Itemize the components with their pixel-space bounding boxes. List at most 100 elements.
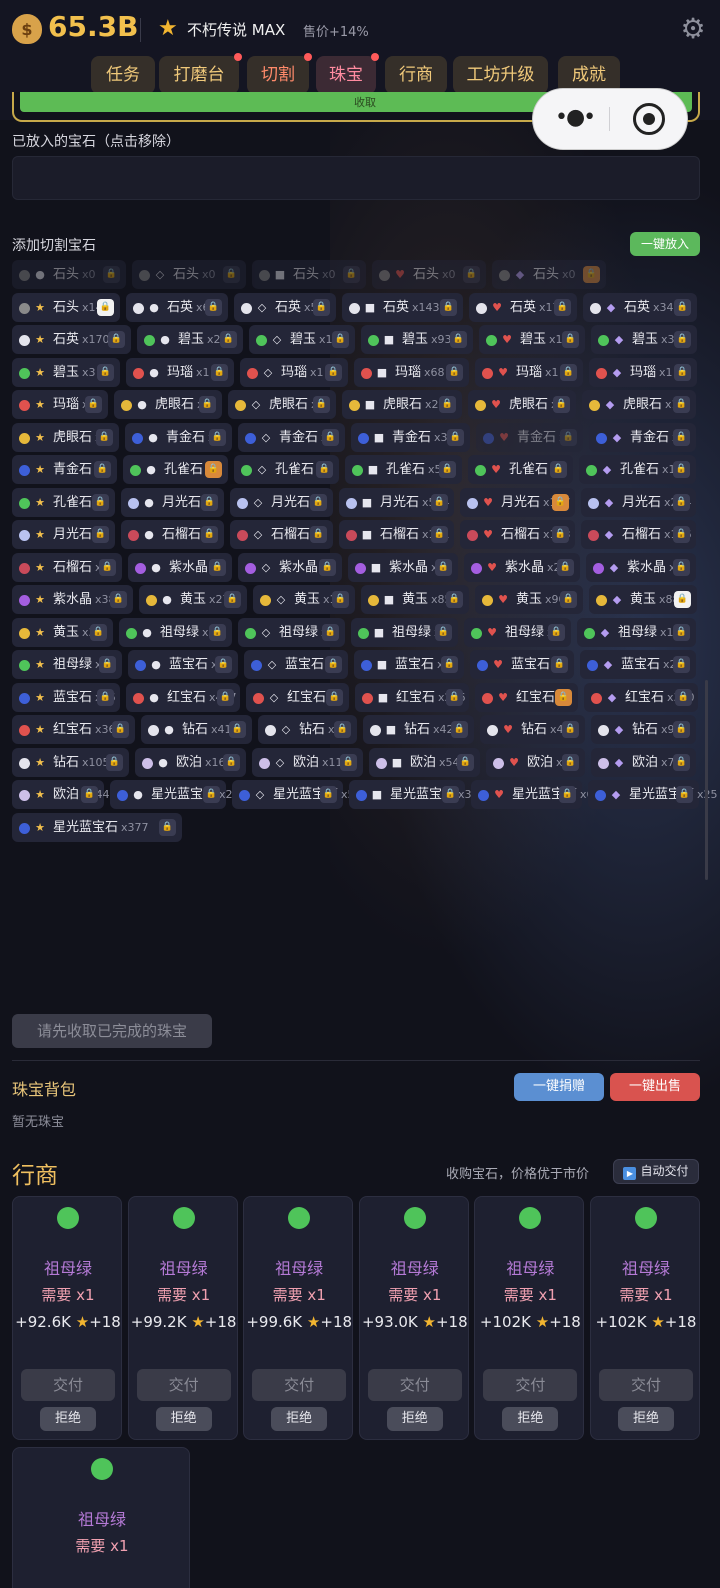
lock-icon[interactable]: 🔒: [557, 558, 574, 576]
lock-icon[interactable]: 🔒: [673, 753, 690, 771]
gem-chip[interactable]: ◇青金石x1🔒: [238, 422, 345, 452]
lock-icon[interactable]: 🔒: [673, 526, 690, 543]
gem-chip[interactable]: ●紫水晶x1🔒: [128, 552, 232, 582]
gem-chip[interactable]: ● 黄玉 x27 🔒: [139, 585, 247, 614]
gem-chip[interactable]: ■孔雀石x594🔒: [345, 455, 462, 484]
gem-chip[interactable]: ♥ 石头 x0 🔒: [372, 260, 486, 289]
gem-chip[interactable]: ■ 黄玉 x85 🔒: [361, 585, 469, 614]
lock-icon[interactable]: 🔒: [548, 623, 565, 641]
gem-chip[interactable]: ♥ 碧玉 x1 🔒: [479, 325, 585, 354]
lock-icon[interactable]: 🔒: [343, 266, 360, 283]
gem-chip[interactable]: ■红宝石x226🔒: [355, 682, 469, 712]
lock-icon[interactable]: 🔒: [108, 331, 125, 348]
lock-icon[interactable]: 🔒: [560, 591, 577, 608]
gem-chip[interactable]: ★孔雀石x1🔒: [12, 487, 115, 517]
gem-chip[interactable]: ◇石榴石x1🔒: [230, 520, 333, 549]
gem-chip[interactable]: ◆ 玛瑙 x1 🔒: [589, 357, 697, 387]
lock-icon[interactable]: 🔒: [431, 493, 448, 511]
lock-icon[interactable]: 🔒: [103, 266, 120, 283]
gem-chip[interactable]: ♥青金石x0🔒: [476, 422, 583, 452]
gem-chip[interactable]: ■ 钻石 x427 🔒: [363, 715, 474, 744]
lock-icon[interactable]: 🔒: [673, 428, 690, 446]
placed-gems-area[interactable]: [12, 156, 700, 200]
gem-chip[interactable]: ■月光石x514🔒: [339, 487, 454, 517]
gem-chip[interactable]: ◇红宝石x1🔒: [246, 682, 349, 712]
lock-icon[interactable]: 🔒: [431, 526, 448, 543]
gem-chip[interactable]: ◆青金石x7🔒: [589, 422, 696, 452]
lock-icon[interactable]: 🔒: [215, 656, 232, 673]
gem-chip[interactable]: ● 石头 x0 🔒: [12, 260, 126, 289]
lock-icon[interactable]: 🔒: [313, 298, 330, 316]
gem-chip[interactable]: ♥蓝宝石x4🔒: [470, 650, 574, 679]
gem-chip[interactable]: ◇ 黄玉 x1 🔒: [253, 585, 355, 614]
gem-chip[interactable]: ● 碧玉 x2 🔒: [137, 325, 243, 354]
deliver-button[interactable]: 交付: [21, 1369, 115, 1401]
lock-icon[interactable]: 🔒: [159, 818, 176, 836]
gem-chip[interactable]: ● 石英 x6 🔒: [126, 292, 228, 322]
gem-chip[interactable]: ●青金石x1🔒: [125, 422, 232, 452]
reject-button[interactable]: 拒绝: [502, 1407, 559, 1431]
lock-icon[interactable]: 🔒: [673, 396, 690, 413]
lock-icon[interactable]: 🔒: [211, 363, 228, 381]
gem-chip[interactable]: ◇虎眼石x1🔒: [228, 390, 336, 419]
gem-chip[interactable]: ★蓝宝石x16🔒: [12, 682, 120, 712]
lock-icon[interactable]: 🔒: [90, 623, 107, 641]
gem-chip[interactable]: ●石榴石x1🔒: [121, 520, 224, 549]
gem-chip[interactable]: ◇ 欧泊 x110 🔒: [252, 747, 363, 777]
lock-icon[interactable]: 🔒: [550, 461, 567, 478]
gem-chip[interactable]: ◆ 黄玉 x88 🔒: [589, 585, 697, 614]
lock-icon[interactable]: 🔒: [441, 656, 458, 673]
lock-icon[interactable]: 🔒: [96, 428, 113, 446]
lock-icon[interactable]: 🔒: [332, 331, 349, 348]
lock-icon[interactable]: 🔒: [673, 493, 690, 511]
gem-chip[interactable]: ■ 石英 x1439 🔒: [342, 292, 463, 322]
gem-chip[interactable]: ★ 紫水晶 x38 🔒: [12, 585, 133, 614]
lock-icon[interactable]: 🔒: [673, 558, 690, 576]
lock-icon[interactable]: 🔒: [201, 493, 218, 511]
lock-icon[interactable]: 🔒: [674, 298, 691, 316]
lock-icon[interactable]: 🔒: [442, 786, 459, 803]
gem-chip[interactable]: ◆ 钻石 x99 🔒: [591, 715, 696, 744]
gem-chip[interactable]: ◇ 石英 x5 🔒: [234, 292, 336, 322]
gem-chip[interactable]: ◇星光蓝宝石x56🔒: [232, 780, 362, 809]
gem-chip[interactable]: ★ 红宝石 x361 🔒: [12, 715, 135, 744]
gem-chip[interactable]: ●星光蓝宝石x215🔒: [110, 780, 247, 809]
lock-icon[interactable]: 🔒: [209, 428, 226, 446]
gem-chip[interactable]: ◆红宝石x330🔒: [584, 682, 698, 712]
gem-chip[interactable]: ◆蓝宝石x215🔒: [580, 650, 696, 679]
gem-chip[interactable]: ● 钻石 x410 🔒: [141, 715, 252, 744]
lock-icon[interactable]: 🔒: [224, 591, 241, 608]
gem-chip[interactable]: ♥星光蓝宝石x61🔒: [471, 780, 601, 809]
gem-chip[interactable]: ● 欧泊 x164 🔒: [135, 747, 246, 777]
deliver-button[interactable]: 交付: [136, 1369, 231, 1401]
gem-chip[interactable]: ♥紫水晶x222🔒: [464, 552, 580, 582]
gem-chip[interactable]: ◆ 碧玉 x3 🔒: [591, 325, 697, 354]
lock-icon[interactable]: 🔒: [673, 656, 690, 673]
lock-icon[interactable]: 🔒: [322, 428, 339, 446]
gem-chip[interactable]: ★ 星光蓝宝石 x377 🔒: [12, 812, 182, 842]
gem-chip[interactable]: ♥欧泊x7🔒: [486, 747, 585, 777]
gem-chip[interactable]: ●红宝石x417🔒: [126, 682, 240, 712]
lock-icon[interactable]: 🔒: [320, 786, 337, 803]
gem-chip[interactable]: ★玛瑙x2🔒: [12, 390, 108, 419]
scrollbar[interactable]: [705, 680, 708, 880]
close-target-icon[interactable]: [633, 103, 665, 135]
lock-icon[interactable]: 🔒: [552, 493, 569, 511]
lock-icon[interactable]: 🔒: [674, 591, 691, 608]
tab-3[interactable]: 切割: [247, 53, 312, 94]
lock-icon[interactable]: 🔒: [310, 493, 327, 511]
lock-icon[interactable]: 🔒: [554, 298, 571, 316]
lock-icon[interactable]: 🔒: [583, 266, 600, 283]
gem-chip[interactable]: ■ 石头 x0 🔒: [252, 260, 366, 289]
gem-chip[interactable]: ♥石榴石x123🔒: [460, 520, 575, 549]
sell-all-button[interactable]: 一键出售: [610, 1073, 700, 1101]
tab-4[interactable]: 珠宝: [316, 53, 379, 94]
lock-icon[interactable]: 🔒: [205, 298, 222, 316]
gem-chip[interactable]: ◆虎眼石x12🔒: [582, 390, 696, 419]
lock-icon[interactable]: 🔒: [562, 721, 579, 738]
gem-chip[interactable]: ● 玛瑙 x1 🔒: [126, 357, 234, 387]
gem-chip[interactable]: ■青金石x341🔒: [351, 422, 470, 452]
lock-icon[interactable]: 🔒: [435, 623, 452, 641]
lock-icon[interactable]: 🔒: [81, 786, 98, 803]
tab-1[interactable]: 任务: [91, 56, 155, 94]
